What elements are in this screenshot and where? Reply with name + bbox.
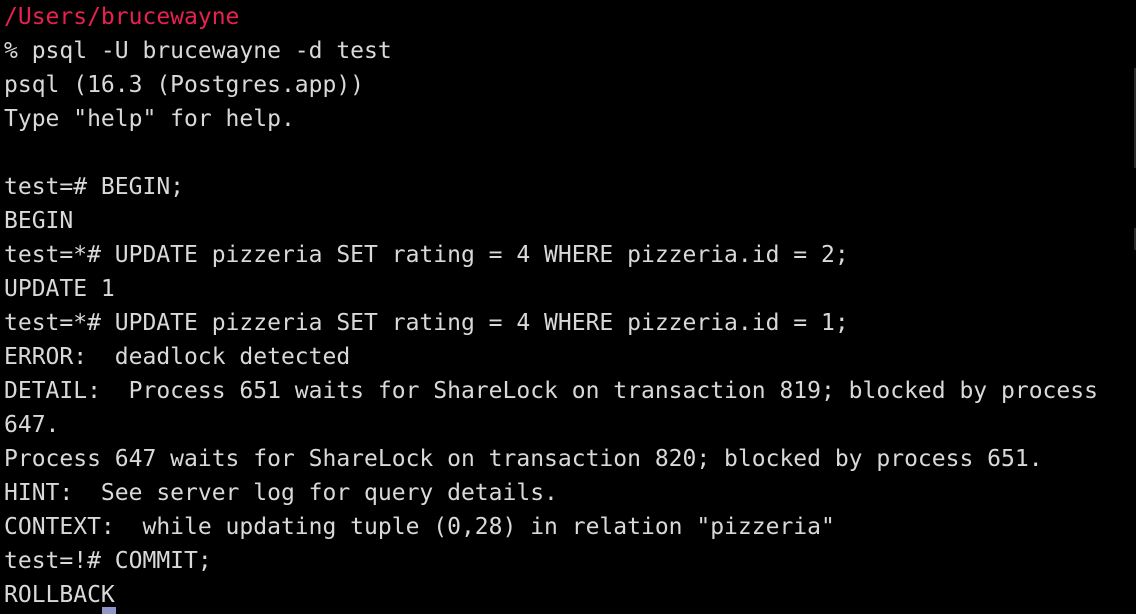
terminal-line-prompt: test=!# COMMIT; — [4, 548, 212, 574]
terminal-window[interactable]: /Users/brucewayne % psql -U brucewayne -d… — [0, 0, 1136, 614]
terminal-line-output: psql (16.3 (Postgres.app)) — [4, 72, 365, 98]
terminal-line-command: % psql -U brucewayne -d test — [4, 38, 392, 64]
terminal-line-error: Process 647 waits for ShareLock on trans… — [4, 446, 1043, 472]
terminal-line-path: /Users/brucewayne — [4, 4, 240, 30]
terminal-line-prompt: test=*# UPDATE pizzeria SET rating = 4 W… — [4, 310, 849, 336]
terminal-line-output: BEGIN — [4, 208, 74, 234]
terminal-output: /Users/brucewayne % psql -U brucewayne -d… — [4, 0, 1098, 612]
terminal-line-error: ERROR: deadlock detected — [4, 344, 351, 370]
terminal-line-error: CONTEXT: while updating tuple (0,28) in … — [4, 514, 835, 540]
terminal-line-output: UPDATE 1 — [4, 276, 115, 302]
terminal-line-output: Type "help" for help. — [4, 106, 295, 132]
terminal-line-error: 647. — [4, 412, 60, 438]
terminal-line-output: ROLLBACK — [4, 582, 115, 608]
text-cursor — [102, 607, 116, 614]
terminal-line-prompt: test=*# UPDATE pizzeria SET rating = 4 W… — [4, 242, 849, 268]
terminal-line-prompt: test=# BEGIN; — [4, 174, 185, 200]
terminal-line-blank — [4, 136, 1098, 170]
terminal-line-error: DETAIL: Process 651 waits for ShareLock … — [4, 378, 1098, 404]
terminal-line-error: HINT: See server log for query details. — [4, 480, 558, 506]
